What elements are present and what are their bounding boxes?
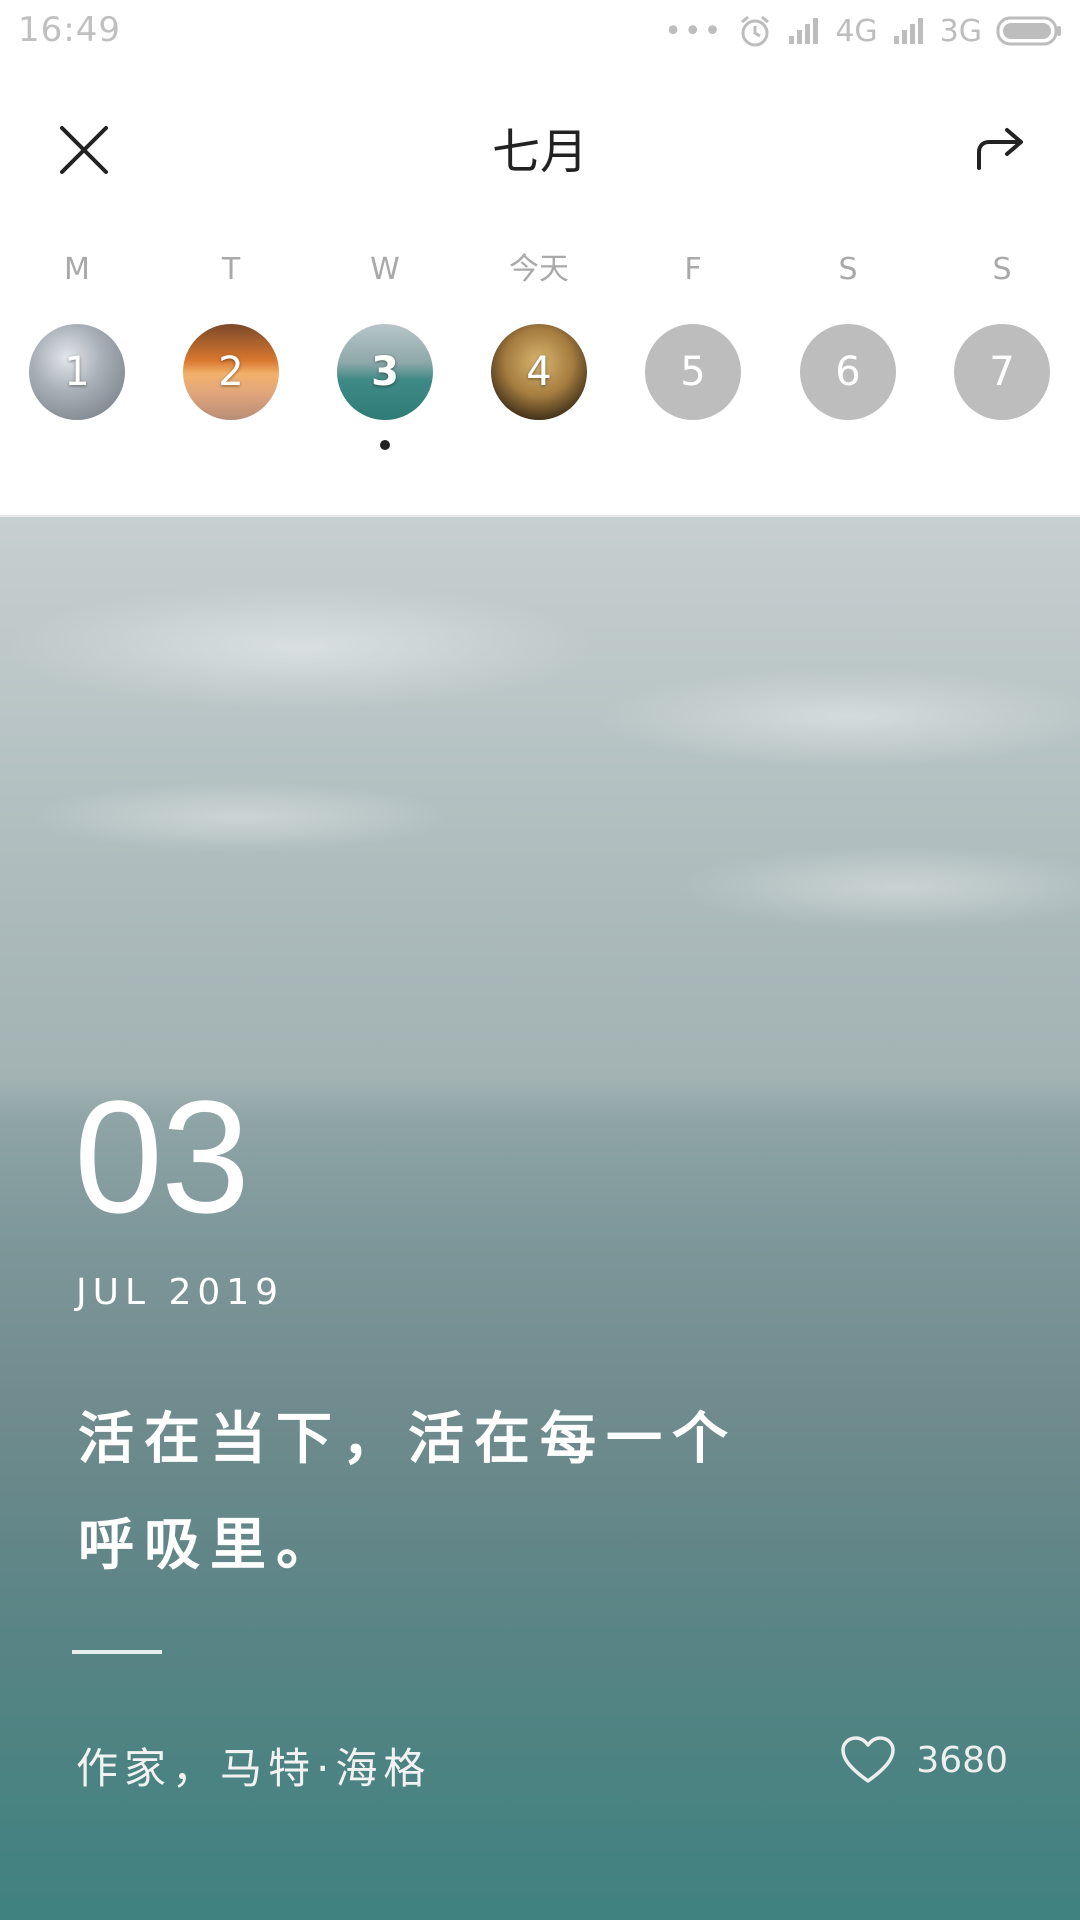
- day-number: 4: [526, 349, 552, 395]
- day-label: T: [221, 252, 241, 287]
- day-number: 5: [680, 349, 706, 395]
- day-item-2[interactable]: T 2: [181, 250, 281, 420]
- share-button[interactable]: [962, 112, 1034, 184]
- day-label: F: [684, 252, 702, 287]
- day-thumbnail[interactable]: 4: [491, 324, 587, 420]
- day-number: 2: [218, 349, 244, 395]
- network-type-label: 4G: [835, 13, 878, 49]
- quote-line-1: 活在当下，活在每一个: [78, 1407, 738, 1472]
- status-time: 16:49: [18, 10, 121, 50]
- day-label: M: [64, 252, 90, 287]
- network-type-label-2: 3G: [939, 13, 982, 49]
- quote-line-2: 呼吸里。: [78, 1513, 342, 1578]
- status-bar: 16:49 ••• 4G 3G: [0, 0, 1080, 62]
- day-number: 6: [835, 349, 861, 395]
- day-circle-future[interactable]: 7: [954, 324, 1050, 420]
- daily-quote-screen: 16:49 ••• 4G 3G 七月 M 1 T 2 W 3 今天 4 F 5 …: [0, 0, 1080, 1920]
- status-icons: ••• 4G 3G: [664, 8, 1062, 54]
- signal-icon-2: [892, 16, 926, 46]
- day-number: 7: [989, 349, 1015, 395]
- day-item-4-today[interactable]: 今天 4: [489, 250, 589, 420]
- quote-card[interactable]: 03 JUL 2019 活在当下，活在每一个 呼吸里。 作家，马特·海格 368…: [0, 517, 1080, 1920]
- heart-icon[interactable]: [840, 1735, 896, 1785]
- quote-author: 作家，马特·海格: [76, 1744, 432, 1793]
- day-item-7[interactable]: S 7: [952, 250, 1052, 420]
- day-label: 今天: [509, 252, 569, 287]
- alarm-icon: [737, 13, 773, 49]
- card-month-year: JUL 2019: [76, 1272, 285, 1313]
- signal-icon: [787, 16, 821, 46]
- like-count: 3680: [916, 1739, 1008, 1781]
- share-icon: [977, 128, 1023, 170]
- more-notifications-icon: •••: [664, 13, 724, 49]
- day-thumbnail[interactable]: 2: [183, 324, 279, 420]
- day-circle-future[interactable]: 6: [800, 324, 896, 420]
- day-item-5[interactable]: F 5: [643, 250, 743, 420]
- battery-icon: [996, 15, 1062, 47]
- quote-divider: [72, 1650, 162, 1654]
- day-number: 3: [371, 349, 399, 395]
- day-circle-future[interactable]: 5: [645, 324, 741, 420]
- selected-indicator: [380, 440, 390, 450]
- day-item-6[interactable]: S 6: [798, 250, 898, 420]
- day-label: S: [992, 252, 1012, 287]
- day-number: 1: [64, 349, 90, 395]
- like-button[interactable]: 3680: [840, 1735, 1008, 1785]
- header: 七月: [0, 62, 1080, 230]
- card-quote: 活在当下，活在每一个 呼吸里。: [78, 1387, 838, 1599]
- day-thumbnail-selected[interactable]: 3: [337, 324, 433, 420]
- day-item-1[interactable]: M 1: [27, 250, 127, 420]
- card-day-number: 03: [74, 1067, 250, 1246]
- day-item-3[interactable]: W 3: [335, 250, 435, 450]
- week-strip: M 1 T 2 W 3 今天 4 F 5 S 6 S 7: [0, 250, 1080, 510]
- day-label: S: [838, 252, 858, 287]
- day-label: W: [370, 252, 400, 287]
- day-thumbnail[interactable]: 1: [29, 324, 125, 420]
- month-title: 七月: [491, 124, 588, 180]
